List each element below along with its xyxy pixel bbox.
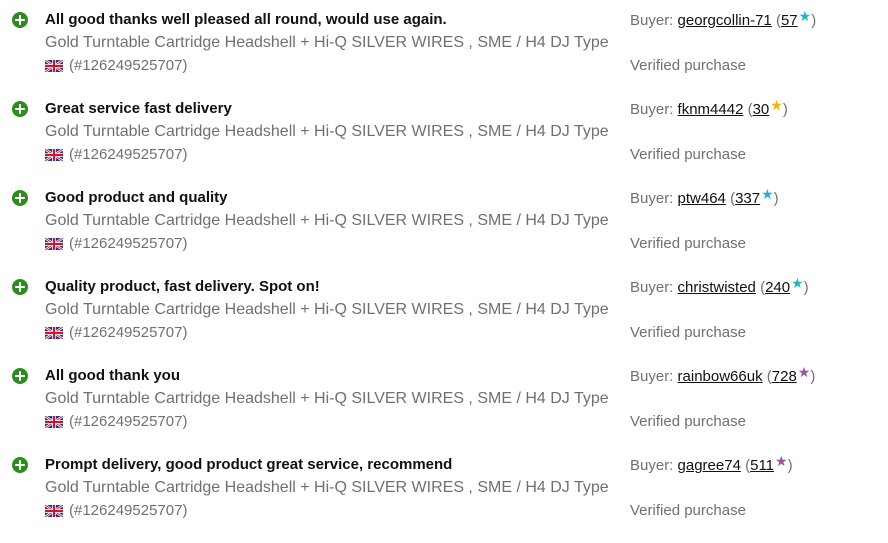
item-meta: (#126249525707) — [45, 501, 187, 521]
feedback-row: Good product and quality Gold Turntable … — [0, 186, 888, 276]
buyer-label: Buyer: — [630, 12, 674, 29]
item-number: (#126249525707) — [69, 502, 188, 519]
feedback-list: All good thanks well pleased all round, … — [0, 0, 888, 531]
item-title: Gold Turntable Cartridge Headshell + Hi-… — [45, 34, 609, 51]
feedback-score-link[interactable]: 57★ — [780, 8, 811, 29]
buyer-name-link[interactable]: fknm4442 — [678, 101, 744, 118]
feedback-row: Great service fast delivery Gold Turntab… — [0, 97, 888, 187]
score-close-paren: ) — [773, 190, 779, 207]
uk-flag-icon — [45, 60, 63, 72]
item-number: (#126249525707) — [69, 146, 188, 163]
buyer-label: Buyer: — [630, 457, 674, 474]
item-number: (#126249525707) — [69, 235, 188, 252]
item-meta: (#126249525707) — [45, 412, 187, 432]
verified-purchase-label: Verified purchase — [630, 413, 746, 430]
buyer-info: Buyer: christwisted (240★) — [630, 275, 809, 298]
item-number: (#126249525707) — [69, 57, 188, 74]
item-meta: (#126249525707) — [45, 145, 187, 165]
plus-circle-icon — [12, 279, 28, 295]
buyer-label: Buyer: — [630, 101, 674, 118]
buyer-info: Buyer: fknm4442 (30★) — [630, 97, 788, 120]
buyer-name-link[interactable]: rainbow66uk — [678, 368, 763, 385]
item-number: (#126249525707) — [69, 324, 188, 341]
verified-purchase-label: Verified purchase — [630, 146, 746, 163]
feedback-score-link[interactable]: 728★ — [771, 364, 811, 385]
uk-flag-icon — [45, 327, 63, 339]
feedback-comment: Prompt delivery, good product great serv… — [45, 456, 453, 473]
star-icon: ★ — [761, 186, 774, 202]
star-icon: ★ — [798, 8, 812, 24]
item-title: Gold Turntable Cartridge Headshell + Hi-… — [45, 479, 609, 496]
plus-circle-icon — [12, 190, 28, 206]
feedback-score: 728 — [771, 368, 797, 385]
buyer-name-link[interactable]: ptw464 — [678, 190, 726, 207]
feedback-comment: Quality product, fast delivery. Spot on! — [45, 278, 320, 295]
item-meta: (#126249525707) — [45, 323, 187, 343]
verified-purchase-label: Verified purchase — [630, 57, 746, 74]
feedback-score-link[interactable]: 511★ — [750, 453, 787, 474]
feedback-row: All good thanks well pleased all round, … — [0, 8, 888, 98]
feedback-score: 57 — [780, 12, 798, 29]
buyer-label: Buyer: — [630, 368, 674, 385]
plus-circle-icon — [12, 457, 28, 473]
feedback-score-link[interactable]: 337★ — [735, 186, 774, 207]
feedback-comment: Good product and quality — [45, 189, 228, 206]
feedback-comment: Great service fast delivery — [45, 100, 232, 117]
uk-flag-icon — [45, 149, 63, 161]
item-title: Gold Turntable Cartridge Headshell + Hi-… — [45, 212, 609, 229]
buyer-info: Buyer: ptw464 (337★) — [630, 186, 779, 209]
buyer-label: Buyer: — [630, 279, 674, 296]
plus-circle-icon — [12, 101, 28, 117]
feedback-comment: All good thank you — [45, 367, 180, 384]
buyer-name-link[interactable]: gagree74 — [678, 457, 741, 474]
buyer-name-link[interactable]: georgcollin-71 — [678, 12, 772, 29]
uk-flag-icon — [45, 416, 63, 428]
feedback-score-link[interactable]: 30★ — [752, 97, 783, 118]
plus-circle-icon — [12, 12, 28, 28]
buyer-label: Buyer: — [630, 190, 674, 207]
item-title: Gold Turntable Cartridge Headshell + Hi-… — [45, 390, 609, 407]
verified-purchase-label: Verified purchase — [630, 235, 746, 252]
feedback-comment: All good thanks well pleased all round, … — [45, 11, 447, 28]
item-title: Gold Turntable Cartridge Headshell + Hi-… — [45, 301, 609, 318]
buyer-info: Buyer: rainbow66uk (728★) — [630, 364, 816, 387]
item-meta: (#126249525707) — [45, 56, 187, 76]
score-close-paren: ) — [782, 101, 788, 118]
uk-flag-icon — [45, 238, 63, 250]
score-close-paren: ) — [803, 279, 809, 296]
feedback-row: Quality product, fast delivery. Spot on!… — [0, 275, 888, 365]
feedback-row: All good thank you Gold Turntable Cartri… — [0, 364, 888, 454]
feedback-score-link[interactable]: 240★ — [765, 275, 804, 296]
plus-circle-icon — [12, 368, 28, 384]
star-icon: ★ — [797, 364, 811, 380]
star-icon: ★ — [770, 97, 783, 113]
uk-flag-icon — [45, 505, 63, 517]
item-number: (#126249525707) — [69, 413, 188, 430]
feedback-score: 337 — [735, 190, 761, 207]
feedback-score: 511 — [750, 457, 775, 474]
buyer-name-link[interactable]: christwisted — [678, 279, 756, 296]
score-close-paren: ) — [810, 368, 816, 385]
verified-purchase-label: Verified purchase — [630, 324, 746, 341]
feedback-score: 30 — [752, 101, 770, 118]
buyer-info: Buyer: georgcollin-71 (57★) — [630, 8, 817, 31]
star-icon: ★ — [791, 275, 804, 291]
score-close-paren: ) — [787, 457, 793, 474]
feedback-score: 240 — [765, 279, 791, 296]
item-meta: (#126249525707) — [45, 234, 187, 254]
item-title: Gold Turntable Cartridge Headshell + Hi-… — [45, 123, 609, 140]
star-icon: ★ — [775, 453, 788, 469]
score-close-paren: ) — [811, 12, 817, 29]
buyer-info: Buyer: gagree74 (511★) — [630, 453, 793, 476]
verified-purchase-label: Verified purchase — [630, 502, 746, 519]
feedback-row: Prompt delivery, good product great serv… — [0, 453, 888, 543]
